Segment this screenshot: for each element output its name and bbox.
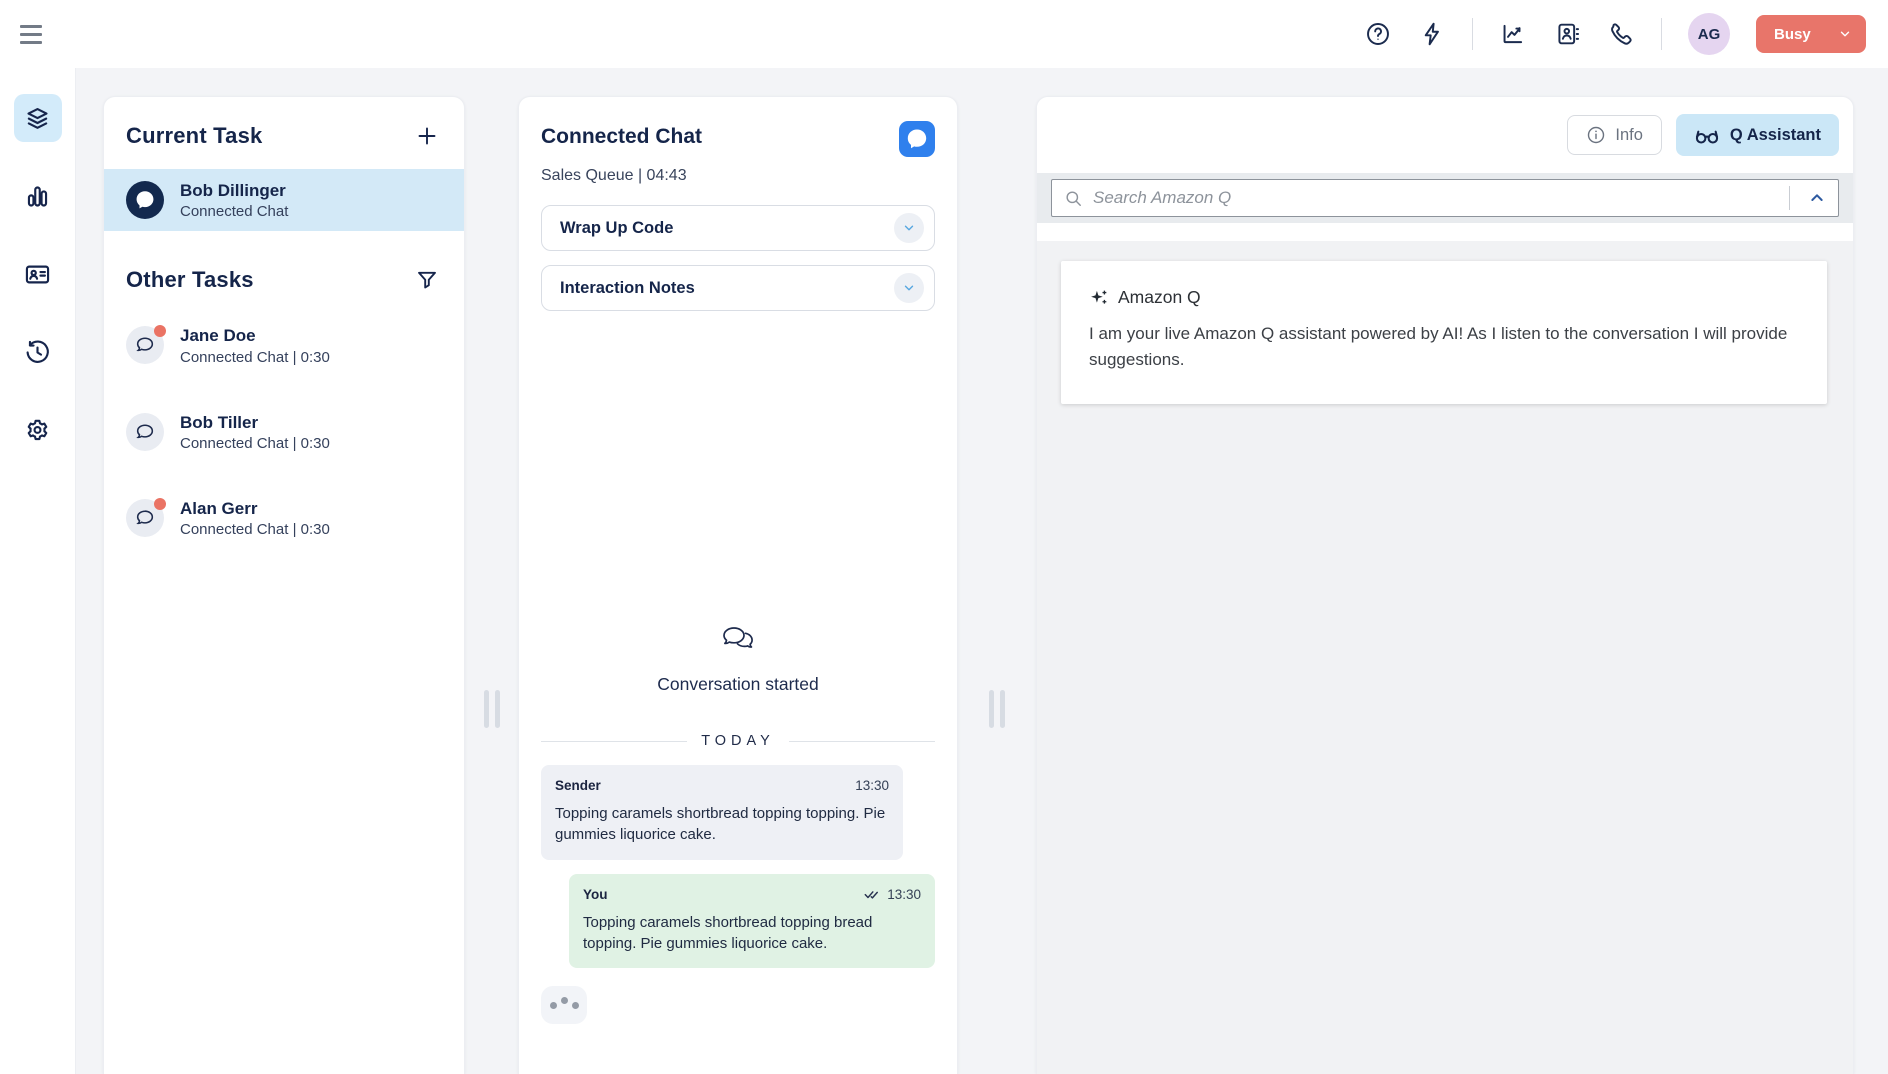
task-contact-name: Bob Tiller <box>180 412 330 433</box>
chat-avatar <box>126 499 164 537</box>
nav-contacts-icon[interactable] <box>14 250 62 298</box>
hamburger-menu-icon[interactable] <box>16 19 46 49</box>
contact-directory-icon[interactable] <box>1553 20 1581 48</box>
q-search-strip <box>1037 173 1853 223</box>
q-search-input[interactable] <box>1093 180 1789 216</box>
unread-dot <box>154 325 166 337</box>
messenger-icon <box>905 127 929 151</box>
info-icon <box>1586 125 1606 145</box>
message-time: 13:30 <box>855 778 889 793</box>
left-nav-rail <box>0 68 76 1074</box>
filter-tasks-button[interactable] <box>412 265 442 295</box>
amazon-q-message: I am your live Amazon Q assistant powere… <box>1089 321 1789 374</box>
metrics-icon[interactable] <box>1499 20 1527 48</box>
funnel-icon <box>415 268 439 292</box>
chevron-up-icon <box>1809 190 1825 206</box>
chat-bubble-icon <box>134 507 156 529</box>
interaction-notes-dropdown[interactable]: Interaction Notes <box>541 265 935 311</box>
nav-history-icon[interactable] <box>14 328 62 376</box>
chevron-down-icon <box>894 213 924 243</box>
task-channel: Connected Chat <box>180 203 288 220</box>
current-task-row[interactable]: .t-avatar.messenger .msgr-bolt{fill:#132… <box>104 169 464 231</box>
task-channel: Connected Chat | 0:30 <box>180 521 330 538</box>
message-bubble-incoming: Sender 13:30 Topping caramels shortbread… <box>541 765 903 860</box>
conversation-started-label: Conversation started <box>519 674 957 695</box>
message-bubble-outgoing: You 13:30 Topping caramels shortbread to… <box>569 874 935 969</box>
q-assistant-tab-button[interactable]: Q Assistant <box>1676 114 1839 156</box>
unread-dot <box>154 498 166 510</box>
amazon-q-title: Amazon Q <box>1118 287 1201 308</box>
connected-chat-panel: Connected Chat .msgr-btn .msgr-bolt{fill… <box>518 96 958 1074</box>
header-divider <box>1661 18 1662 50</box>
other-tasks-title: Other Tasks <box>126 267 254 293</box>
nav-metrics-icon[interactable] <box>14 172 62 220</box>
task-contact-name: Bob Dillinger <box>180 180 288 201</box>
wrap-up-code-dropdown[interactable]: Wrap Up Code <box>541 205 935 251</box>
search-icon <box>1064 189 1083 208</box>
chat-avatar <box>126 326 164 364</box>
chat-panel-title: Connected Chat <box>541 121 702 149</box>
panel-resize-handle[interactable] <box>483 690 501 728</box>
task-row-bob-tiller[interactable]: Bob Tiller Connected Chat | 0:30 <box>104 402 464 462</box>
info-tab-button[interactable]: Info <box>1567 115 1662 155</box>
chat-bubble-icon <box>134 421 156 443</box>
amazon-q-message-card: Amazon Q I am your live Amazon Q assista… <box>1061 261 1827 404</box>
sparkle-icon <box>1089 288 1109 308</box>
nav-settings-icon[interactable] <box>14 406 62 454</box>
current-task-title: Current Task <box>126 123 262 149</box>
q-assistant-tab-label: Q Assistant <box>1730 126 1821 145</box>
task-contact-name: Alan Gerr <box>180 498 330 519</box>
help-icon[interactable] <box>1364 20 1392 48</box>
chevron-down-icon <box>1838 27 1852 41</box>
task-channel: Connected Chat | 0:30 <box>180 435 330 452</box>
message-sender: You <box>583 887 608 902</box>
top-header: AG Busy <box>0 0 1888 68</box>
header-actions: AG Busy <box>1364 0 1866 68</box>
quick-connects-icon[interactable] <box>1418 20 1446 48</box>
q-assistant-panel: Info Q Assistant Amazon Q I am your live… <box>1036 96 1854 1074</box>
task-row-alan-gerr[interactable]: Alan Gerr Connected Chat | 0:30 <box>104 488 464 548</box>
search-divider <box>1789 186 1790 210</box>
header-divider <box>1472 18 1473 50</box>
messenger-icon <box>134 189 156 211</box>
agent-status-button[interactable]: Busy <box>1756 15 1866 53</box>
interaction-notes-label: Interaction Notes <box>560 279 695 298</box>
nav-tasks-icon[interactable] <box>14 94 62 142</box>
plus-icon <box>415 124 439 148</box>
task-contact-name: Jane Doe <box>180 325 330 346</box>
q-suggestions-area: Amazon Q I am your live Amazon Q assista… <box>1037 241 1853 1074</box>
queue-and-timer: Sales Queue | 04:43 <box>541 167 935 185</box>
panel-resize-handle[interactable] <box>988 690 1006 728</box>
chat-bubble-icon <box>134 334 156 356</box>
phone-icon[interactable] <box>1607 20 1635 48</box>
info-tab-label: Info <box>1615 126 1643 145</box>
message-sender: Sender <box>555 778 601 793</box>
chat-avatar <box>126 413 164 451</box>
task-channel: Connected Chat | 0:30 <box>180 349 330 366</box>
collapse-search-button[interactable] <box>1804 180 1838 216</box>
delivered-check-icon <box>864 888 881 901</box>
message-text: Topping caramels shortbread topping brea… <box>583 912 921 955</box>
messenger-channel-button[interactable]: .msgr-btn .msgr-bolt{fill:#2f80ed;} <box>899 121 935 157</box>
message-list: Sender 13:30 Topping caramels shortbread… <box>541 765 935 1024</box>
wrap-up-code-label: Wrap Up Code <box>560 219 673 238</box>
chevron-down-icon <box>894 273 924 303</box>
conversation-icon <box>718 625 758 657</box>
agent-status-label: Busy <box>1774 26 1811 43</box>
messenger-avatar: .t-avatar.messenger .msgr-bolt{fill:#132… <box>126 181 164 219</box>
avatar[interactable]: AG <box>1688 13 1730 55</box>
task-row-jane-doe[interactable]: Jane Doe Connected Chat | 0:30 <box>104 315 464 375</box>
day-divider: TODAY <box>541 733 935 749</box>
typing-indicator <box>541 986 587 1024</box>
task-list-panel: Current Task .t-avatar.messenger .msgr-b… <box>103 96 465 1074</box>
message-text: Topping caramels shortbread topping topp… <box>555 803 889 846</box>
message-time-delivered: 13:30 <box>864 887 921 902</box>
conversation-started-banner: Conversation started <box>519 625 957 695</box>
add-task-button[interactable] <box>412 121 442 151</box>
glasses-icon <box>1694 122 1720 148</box>
day-divider-label: TODAY <box>701 733 775 749</box>
